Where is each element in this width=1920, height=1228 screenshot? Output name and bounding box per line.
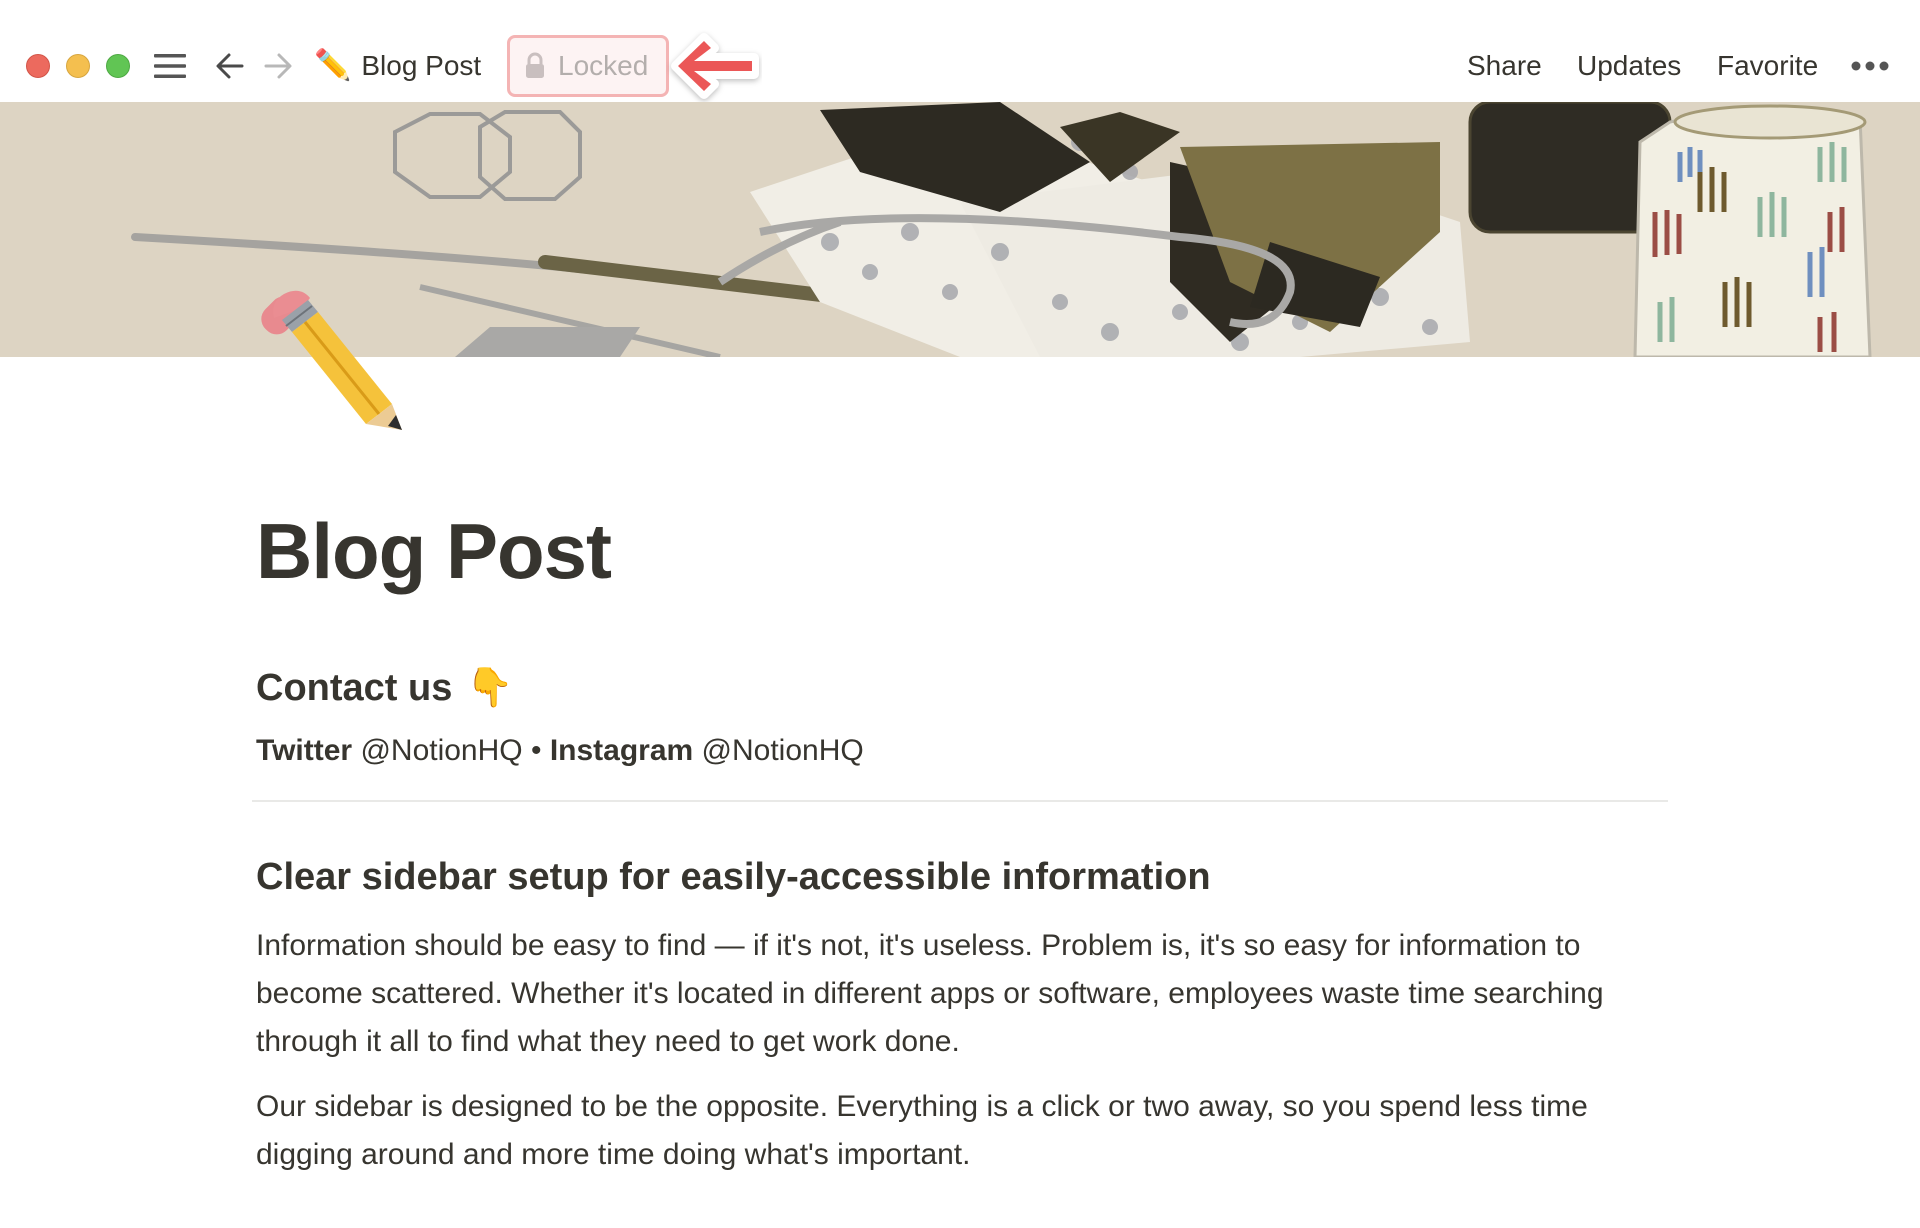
paragraph[interactable]: Information should be easy to find — if … bbox=[256, 922, 1676, 1066]
divider bbox=[252, 800, 1668, 802]
breadcrumb[interactable]: ✏️ Blog Post bbox=[314, 44, 481, 88]
instagram-handle: @NotionHQ bbox=[693, 734, 864, 767]
twitter-handle: @NotionHQ bbox=[352, 734, 523, 767]
hamburger-icon bbox=[154, 54, 186, 78]
pencil-icon: ✏️ bbox=[314, 49, 352, 82]
separator: • bbox=[522, 734, 550, 767]
top-bar: ✏️ Blog Post Locked Share Updates Favori… bbox=[0, 0, 1920, 102]
page-title[interactable]: Blog Post bbox=[256, 506, 612, 597]
pencil-icon bbox=[261, 290, 402, 430]
locked-badge[interactable]: Locked bbox=[507, 35, 669, 97]
paragraph[interactable]: Our sidebar is designed to be the opposi… bbox=[256, 1083, 1676, 1179]
breadcrumb-page-title: Blog Post bbox=[361, 50, 482, 81]
pointing-down-icon: 👇 bbox=[466, 667, 514, 709]
contact-heading[interactable]: Contact us 👇 bbox=[256, 666, 514, 710]
back-button[interactable] bbox=[212, 48, 248, 84]
maximize-window-button[interactable] bbox=[106, 54, 130, 78]
minimize-window-button[interactable] bbox=[66, 54, 90, 78]
twitter-label: Twitter bbox=[256, 734, 353, 767]
share-button[interactable]: Share bbox=[1467, 44, 1542, 88]
lock-icon bbox=[526, 52, 544, 78]
arrow-left-icon bbox=[216, 53, 244, 79]
updates-button[interactable]: Updates bbox=[1577, 44, 1681, 88]
annotation-arrow-icon bbox=[671, 33, 759, 99]
locked-label: Locked bbox=[558, 50, 649, 81]
social-links[interactable]: Twitter @NotionHQ • Instagram @NotionHQ bbox=[256, 734, 864, 768]
favorite-button[interactable]: Favorite bbox=[1717, 44, 1818, 88]
page-icon-button[interactable] bbox=[252, 280, 422, 440]
instagram-label: Instagram bbox=[549, 734, 694, 767]
contact-heading-text: Contact us bbox=[256, 666, 453, 709]
forward-button[interactable] bbox=[260, 48, 296, 84]
close-window-button[interactable] bbox=[26, 54, 50, 78]
sidebar-toggle-button[interactable] bbox=[152, 50, 188, 82]
section-heading[interactable]: Clear sidebar setup for easily-accessibl… bbox=[256, 856, 1211, 899]
more-horizontal-icon bbox=[1851, 61, 1889, 71]
more-options-button[interactable] bbox=[1848, 52, 1892, 80]
arrow-right-icon bbox=[264, 53, 292, 79]
